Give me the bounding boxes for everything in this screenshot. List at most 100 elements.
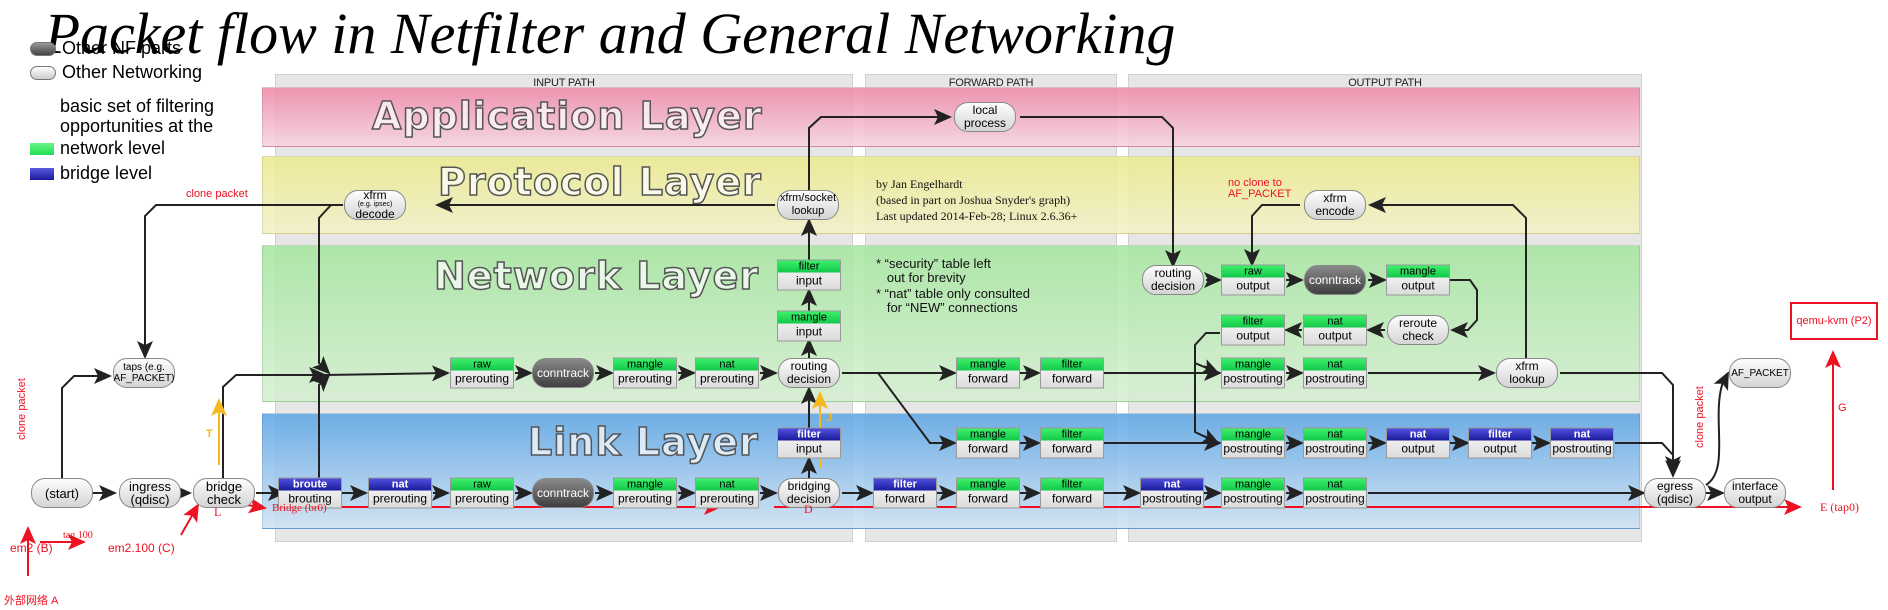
chain-table-label: nat bbox=[1304, 315, 1366, 328]
node-label: xfrm/socket bbox=[779, 192, 837, 204]
chain-br-nat-post[interactable]: nat postrouting bbox=[1140, 477, 1204, 509]
chain-net-filter-in[interactable]: filter input bbox=[777, 259, 841, 291]
reroute-check-node[interactable]: reroute check bbox=[1387, 315, 1449, 345]
chain-table-label: mangle bbox=[957, 358, 1019, 371]
chain-link-filter-in[interactable]: filter input bbox=[777, 427, 841, 459]
bridge-check-node[interactable]: bridge check bbox=[193, 478, 255, 508]
chain-fwd-mangle-br[interactable]: mangle forward bbox=[956, 477, 1020, 509]
red-arrow-bridge bbox=[246, 497, 267, 514]
no-clone-label-2: AF_PACKET bbox=[1228, 188, 1292, 200]
chain-out-nat-post[interactable]: nat postrouting bbox=[1303, 357, 1367, 389]
chain-table-label: filter bbox=[1222, 315, 1284, 328]
routing-decision-input-node[interactable]: routing decision bbox=[778, 358, 840, 388]
arrow bbox=[61, 368, 112, 478]
chain-hook-label: postrouting bbox=[1552, 441, 1612, 456]
node-label: decision bbox=[786, 372, 832, 386]
chain-out-nat[interactable]: nat output bbox=[1303, 314, 1367, 346]
chain-fwd-filter-l2[interactable]: filter forward bbox=[1040, 427, 1104, 459]
chain-fwd-filter-br2[interactable]: filter forward bbox=[1040, 477, 1104, 509]
local-process-node[interactable]: local process bbox=[954, 102, 1016, 132]
chain-fwd-mangle-l2[interactable]: mangle forward bbox=[956, 427, 1020, 459]
chain-hook-label: postrouting bbox=[1305, 491, 1365, 506]
chain-out-mangle[interactable]: mangle output bbox=[1386, 264, 1450, 296]
chain-table-label: filter bbox=[1041, 428, 1103, 441]
E-tap0-label: E (tap0) bbox=[1820, 500, 1859, 514]
node-label: (qdisc) bbox=[1656, 492, 1693, 506]
routing-decision-output-node[interactable]: routing decision bbox=[1142, 265, 1204, 295]
chain-table-label: mangle bbox=[1387, 265, 1449, 278]
xfrm-lookup-node[interactable]: xfrm lookup bbox=[1496, 358, 1558, 388]
chain-table-label: filter bbox=[1041, 358, 1103, 371]
chain-out-mangle-post[interactable]: mangle postrouting bbox=[1221, 357, 1285, 389]
node-label: AF_PACKET bbox=[1731, 367, 1789, 379]
clone-packet-right-label: clone packet bbox=[1694, 386, 1706, 448]
chain-br-mangle-post[interactable]: mangle postrouting bbox=[1221, 477, 1285, 509]
arrow bbox=[808, 109, 952, 190]
chain-br-nat-post2[interactable]: nat postrouting bbox=[1303, 477, 1367, 509]
chain-net-mangle-pre[interactable]: mangle prerouting bbox=[613, 357, 677, 389]
conntrack-node-link[interactable]: conntrack bbox=[532, 478, 594, 508]
chain-fwd-filter-br[interactable]: filter forward bbox=[873, 477, 937, 509]
chain-link-nat-pre2[interactable]: nat prerouting bbox=[695, 477, 759, 509]
chain-hook-label: prerouting bbox=[454, 491, 510, 506]
chain-hook-label: forward bbox=[884, 491, 925, 506]
chain-l2-nat-post[interactable]: nat postrouting bbox=[1303, 427, 1367, 459]
arrow bbox=[1244, 204, 1300, 267]
xfrm-decode-node[interactable]: xfrm (e.g. ipsec) decode bbox=[344, 188, 406, 220]
chain-link-nat-pre[interactable]: nat prerouting bbox=[368, 477, 432, 509]
D-label: D bbox=[804, 502, 813, 516]
chain-l2-br-filter-out[interactable]: filter output bbox=[1468, 427, 1532, 459]
chain-table-label: mangle bbox=[1222, 358, 1284, 371]
chain-hook-label: forward bbox=[967, 441, 1008, 456]
chain-hook-label: prerouting bbox=[454, 371, 510, 386]
node-label: process bbox=[963, 116, 1007, 130]
interface-output-node[interactable]: interface output bbox=[1724, 478, 1786, 508]
chain-net-raw-pre[interactable]: raw prerouting bbox=[450, 357, 514, 389]
clone-packet-top-label: clone packet bbox=[186, 188, 248, 200]
node-label: check bbox=[1402, 329, 1434, 343]
chain-hook-label: output bbox=[1236, 278, 1270, 293]
chain-net-nat-pre[interactable]: nat prerouting bbox=[695, 357, 759, 389]
chain-l2-br-nat-out[interactable]: nat output bbox=[1386, 427, 1450, 459]
af-packet-node[interactable]: AF_PACKET bbox=[1729, 358, 1791, 388]
chain-hook-label: input bbox=[795, 441, 823, 456]
arrow bbox=[1615, 442, 1681, 474]
chain-link-raw-pre[interactable]: raw prerouting bbox=[450, 477, 514, 509]
chain-l2-mangle-post[interactable]: mangle postrouting bbox=[1221, 427, 1285, 459]
conntrack-node-network[interactable]: conntrack bbox=[532, 358, 594, 388]
arrow bbox=[1020, 116, 1181, 268]
chain-hook-label: postrouting bbox=[1142, 491, 1202, 506]
conntrack-node-output[interactable]: conntrack bbox=[1304, 265, 1366, 295]
chain-fwd-filter-net[interactable]: filter forward bbox=[1040, 357, 1104, 389]
chain-table-label: filter bbox=[1469, 428, 1531, 441]
arrow bbox=[137, 204, 343, 359]
em2-label: em2 (B) bbox=[10, 541, 53, 555]
chain-out-filter[interactable]: filter output bbox=[1221, 314, 1285, 346]
chain-table-label: broute bbox=[279, 478, 341, 491]
chain-table-label: nat bbox=[1387, 428, 1449, 441]
egress-qdisc-node[interactable]: egress (qdisc) bbox=[1644, 478, 1706, 508]
arrow bbox=[222, 367, 327, 478]
xfrm-encode-node[interactable]: xfrm encode bbox=[1304, 190, 1366, 220]
arrow bbox=[1194, 332, 1220, 374]
chain-link-mangle-pre[interactable]: mangle prerouting bbox=[613, 477, 677, 509]
chain-hook-label: prerouting bbox=[699, 371, 755, 386]
chain-out-raw[interactable]: raw output bbox=[1221, 264, 1285, 296]
qemu-kvm-box: qemu-kvm (P2) bbox=[1790, 302, 1878, 340]
ingress-qdisc-node[interactable]: ingress (qdisc) bbox=[119, 478, 181, 508]
chain-table-label: raw bbox=[451, 358, 513, 371]
clone-packet-left-label: clone packet bbox=[16, 378, 28, 440]
node-label: decision bbox=[1150, 279, 1196, 293]
chain-net-mangle-in[interactable]: mangle input bbox=[777, 310, 841, 342]
chain-table-label: filter bbox=[874, 478, 936, 491]
taps-node[interactable]: taps (e.g. AF_PACKET) bbox=[113, 358, 175, 388]
xfrm-socket-lookup-node[interactable]: xfrm/socket lookup bbox=[777, 190, 839, 220]
chain-hook-label: prerouting bbox=[372, 491, 428, 506]
chain-l2-br-nat-post[interactable]: nat postrouting bbox=[1550, 427, 1614, 459]
arrow bbox=[877, 372, 957, 451]
start-node[interactable]: (start) bbox=[31, 478, 93, 508]
node-label: xfrm bbox=[363, 188, 387, 202]
node-label: lookup bbox=[791, 205, 825, 217]
chain-fwd-mangle-net[interactable]: mangle forward bbox=[956, 357, 1020, 389]
chain-table-label: filter bbox=[778, 260, 840, 273]
